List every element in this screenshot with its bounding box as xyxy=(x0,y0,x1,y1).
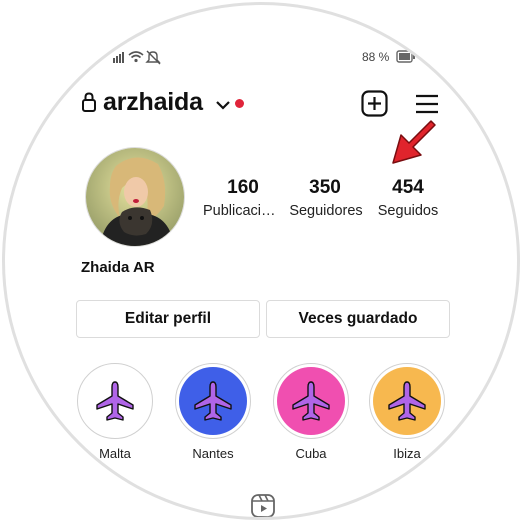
saved-button[interactable]: Veces guardado xyxy=(266,300,450,338)
phone-screen: 88 % arzhaida 160 Publicacion 350 Seguid… xyxy=(2,2,520,520)
following-count[interactable]: 454 xyxy=(358,177,458,199)
red-arrow-icon xyxy=(385,115,441,176)
lock-icon xyxy=(81,92,97,117)
highlight-cover xyxy=(179,367,247,435)
airplane-icon xyxy=(388,381,426,421)
highlight-cover xyxy=(373,367,441,435)
signal-wifi-mute-icon xyxy=(113,50,161,65)
battery-text: 88 % xyxy=(362,50,390,64)
following-label[interactable]: Seguidos xyxy=(358,203,458,219)
highlight-ring xyxy=(77,363,153,439)
airplane-icon xyxy=(194,381,232,421)
highlight-label-nantes: Nantes xyxy=(192,446,234,461)
airplane-icon xyxy=(96,381,134,421)
display-name: Zhaida AR xyxy=(81,259,155,276)
highlight-label-ibiza: Ibiza xyxy=(393,446,421,461)
notification-dot xyxy=(235,99,244,108)
highlight-nantes[interactable] xyxy=(175,363,251,439)
highlight-label-cuba: Cuba xyxy=(295,446,327,461)
chevron-down-icon[interactable] xyxy=(215,98,231,116)
reels-icon[interactable] xyxy=(250,493,276,517)
followers-label[interactable]: Seguidores xyxy=(287,203,365,219)
status-icons-left xyxy=(113,49,163,70)
posts-label[interactable]: Publicaciones xyxy=(203,203,281,219)
highlight-cover xyxy=(277,367,345,435)
highlight-cover xyxy=(81,367,149,435)
airplane-icon xyxy=(292,381,330,421)
edit-profile-button[interactable]: Editar perfil xyxy=(76,300,260,338)
highlight-label-malta: Malta xyxy=(99,446,131,461)
highlight-ibiza[interactable] xyxy=(369,363,445,439)
username[interactable]: arzhaida xyxy=(103,88,203,117)
battery-icon xyxy=(396,50,416,68)
highlight-ring xyxy=(369,363,445,439)
highlight-ring xyxy=(273,363,349,439)
highlight-ring xyxy=(175,363,251,439)
add-post-icon[interactable] xyxy=(361,90,388,122)
highlight-malta[interactable] xyxy=(77,363,153,439)
avatar[interactable] xyxy=(85,147,185,247)
highlight-cuba[interactable] xyxy=(273,363,349,439)
